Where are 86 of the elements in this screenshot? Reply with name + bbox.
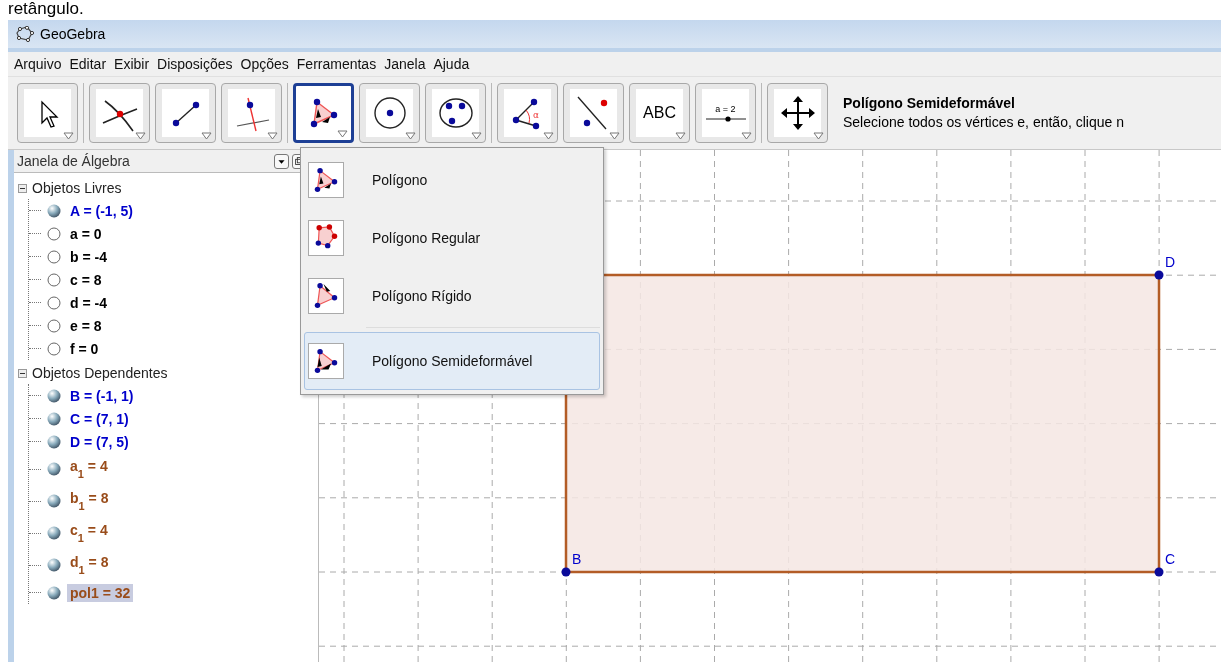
sphere-icon[interactable] [47,203,61,218]
algebra-entry[interactable]: B = (-1, 1) [67,386,137,405]
dropdown-triangle-icon [813,132,824,140]
panel-title: Janela de Álgebra [17,153,131,169]
collapse-icon[interactable] [18,368,27,378]
caption-text: retângulo. [7,0,85,20]
algebra-entry[interactable]: c$_{1}$ = 4 [67,521,111,545]
menu-item[interactable]: Ajuda [429,56,474,72]
point-label: B [572,551,582,567]
point-label: C [1165,551,1176,567]
dropdown-triangle-icon [543,132,554,140]
algebra-entry[interactable]: D = (7, 5) [67,432,132,451]
circle-tool-button[interactable] [359,83,420,143]
menu-item[interactable]: Disposições [153,56,237,72]
sphere-icon[interactable] [47,388,61,403]
sphere-icon[interactable] [47,526,61,540]
polygon-tool-button[interactable] [293,83,354,143]
intersect-tool-button[interactable] [89,83,150,143]
group-label: Objetos Dependentes [32,365,168,381]
hollow-circle-icon[interactable] [47,249,61,264]
menu-item[interactable]: Polígono Rígido [304,267,600,325]
angle-tool-button[interactable]: α [497,83,558,143]
dropdown-triangle-icon [337,130,348,138]
sphere-icon[interactable] [47,434,61,449]
move-tool-button[interactable] [17,83,78,143]
point-label: D [1165,254,1176,270]
menu-item[interactable]: Polígono [304,151,600,209]
dropdown-triangle-icon [201,132,212,140]
algebra-entry[interactable]: d = -4 [67,293,110,312]
algebra-entry[interactable]: a = 0 [67,224,105,243]
menu-item[interactable]: Polígono Semideformável [304,332,600,390]
hollow-circle-icon[interactable] [47,295,61,310]
hollow-circle-icon[interactable] [47,341,61,356]
point[interactable] [1154,567,1164,577]
algebra-entry[interactable]: a$_{1}$ = 4 [67,457,111,481]
point[interactable] [561,567,571,577]
menu-item[interactable]: Exibir [110,56,154,72]
text-tool-button[interactable]: ABC [629,83,690,143]
hollow-circle-icon[interactable] [47,226,61,241]
tool-help-text: Selecione todos os vértices e, então, clique n [843,113,1124,132]
angle-icon [512,98,539,130]
move-view-tool-button[interactable] [767,83,828,143]
hollow-circle-icon[interactable] [47,272,61,287]
algebra-entry[interactable]: A = (-1, 5) [67,201,136,220]
sphere-icon[interactable] [47,462,61,476]
hollow-circle-icon[interactable] [47,318,61,333]
menu-item[interactable]: Janela [380,56,430,72]
dropdown-icon[interactable] [274,153,289,169]
conic-tool-button[interactable] [425,83,486,143]
menu-item[interactable]: Arquivo [10,56,66,72]
sphere-icon[interactable] [47,585,61,600]
dropdown-triangle-icon [405,132,416,140]
algebra-entry[interactable]: d$_{1}$ = 8 [67,553,112,577]
algebra-entry[interactable]: e = 8 [67,316,105,335]
dropdown-triangle-icon [741,132,752,140]
tool-title: Polígono Semideformável [843,94,1016,113]
dropdown-triangle-icon [675,132,686,140]
algebra-entry[interactable]: f = 0 [67,339,102,358]
angle-symbol: α [532,110,539,120]
algebra-entry[interactable]: b = -4 [67,247,110,266]
sphere-icon[interactable] [47,494,61,508]
reflect-tool-button[interactable] [563,83,624,143]
sphere-icon[interactable] [47,411,61,426]
dropdown-triangle-icon [267,132,278,140]
dropdown-triangle-icon [609,132,620,140]
point[interactable] [1154,270,1164,280]
slider-line-icon [705,116,746,122]
menu-item[interactable]: Opções [236,56,293,72]
collapse-icon[interactable] [18,183,27,193]
dropdown-triangle-icon [135,132,146,140]
app-logo-icon [16,26,34,42]
algebra-entry[interactable]: pol1 = 32 [67,583,134,602]
window-title: GeoGebra [40,26,106,42]
menu-item[interactable]: Ferramentas [292,56,381,72]
segment-tool-button[interactable] [155,83,216,143]
dropdown-triangle-icon [63,132,74,140]
group-label: Objetos Livres [32,180,122,196]
slider-tool-button[interactable]: a = 2 [695,83,756,143]
dropdown-triangle-icon [471,132,482,140]
sphere-icon[interactable] [47,558,61,572]
menu-item[interactable]: Polígono Regular [304,209,600,267]
algebra-entry[interactable]: c = 8 [67,270,105,289]
algebra-entry[interactable]: C = (7, 1) [67,409,132,428]
perpendicular-tool-button[interactable] [221,83,282,143]
algebra-entry[interactable]: b$_{1}$ = 8 [67,489,112,513]
menu-item[interactable]: Editar [65,56,111,72]
